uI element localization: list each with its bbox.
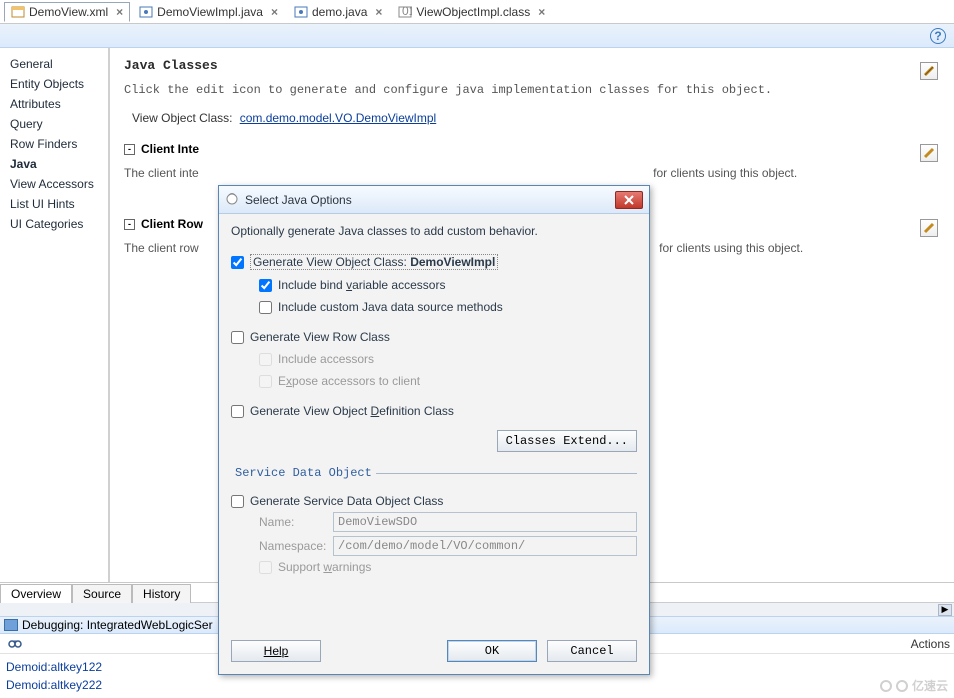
- view-object-class-link[interactable]: com.demo.model.VO.DemoViewImpl: [240, 111, 437, 125]
- dialog-title: Select Java Options: [245, 193, 352, 207]
- help-button[interactable]: Help: [231, 640, 321, 662]
- dialog-title-bar[interactable]: Select Java Options: [219, 186, 649, 214]
- tab-demoviewimpl-java[interactable]: DemoViewImpl.java ×: [132, 2, 285, 22]
- debug-icon: [4, 619, 18, 631]
- dialog-icon: [225, 191, 239, 208]
- sidebar-item-general[interactable]: General: [0, 54, 108, 74]
- generate-sdo-class-row: Generate Service Data Object Class: [231, 494, 637, 508]
- java-file-icon: [294, 5, 308, 19]
- include-bind-variable-label: Include bind variable accessors: [278, 278, 445, 292]
- cancel-button[interactable]: Cancel: [547, 640, 637, 662]
- include-accessors-checkbox: [259, 353, 272, 366]
- generate-view-object-class-label: Generate View Object Class: DemoViewImpl: [250, 254, 498, 270]
- sdo-legend: Service Data Object: [231, 466, 376, 480]
- include-bind-variable-row: Include bind variable accessors: [231, 278, 637, 292]
- side-nav: General Entity Objects Attributes Query …: [0, 48, 110, 582]
- sidebar-item-ui-categories[interactable]: UI Categories: [0, 214, 108, 234]
- sdo-namespace-field: [333, 536, 637, 556]
- collapse-toggle[interactable]: -: [124, 219, 135, 230]
- generate-view-object-class-checkbox[interactable]: [231, 256, 244, 269]
- expose-accessors-label: Expose accessors to client: [278, 374, 420, 388]
- subtab-history[interactable]: History: [132, 584, 191, 603]
- support-warnings-row: Support warnings: [231, 560, 637, 574]
- tab-label: demo.java: [312, 5, 367, 19]
- page-description: Click the edit icon to generate and conf…: [124, 83, 938, 97]
- generate-view-row-class-checkbox[interactable]: [231, 331, 244, 344]
- include-bind-variable-checkbox[interactable]: [259, 279, 272, 292]
- close-icon[interactable]: ×: [534, 5, 545, 19]
- sidebar-item-list-ui-hints[interactable]: List UI Hints: [0, 194, 108, 214]
- sidebar-item-row-finders[interactable]: Row Finders: [0, 134, 108, 154]
- sidebar-item-entity-objects[interactable]: Entity Objects: [0, 74, 108, 94]
- help-icon[interactable]: ?: [930, 28, 946, 44]
- expose-accessors-checkbox: [259, 375, 272, 388]
- editor-toolbar-strip: ?: [0, 24, 954, 48]
- view-object-class-row: View Object Class: com.demo.model.VO.Dem…: [124, 111, 938, 126]
- dialog-footer: Help OK Cancel: [219, 632, 649, 674]
- include-accessors-label: Include accessors: [278, 352, 374, 366]
- find-icon[interactable]: [6, 636, 24, 652]
- view-object-class-label: View Object Class:: [132, 111, 232, 125]
- sidebar-item-java[interactable]: Java: [0, 154, 108, 174]
- java-file-icon: [139, 5, 153, 19]
- collapse-toggle[interactable]: -: [124, 144, 135, 155]
- section-title-client-row: Client Row: [141, 217, 203, 231]
- generate-view-object-class-row: Generate View Object Class: DemoViewImpl: [231, 254, 637, 270]
- subtab-overview[interactable]: Overview: [0, 584, 72, 603]
- sidebar-item-query[interactable]: Query: [0, 114, 108, 134]
- sidebar-item-view-accessors[interactable]: View Accessors: [0, 174, 108, 194]
- class-file-icon: 01: [398, 5, 412, 19]
- log-line: Demoid:altkey222: [6, 676, 948, 694]
- dialog-close-button[interactable]: [615, 191, 643, 209]
- svg-text:01: 01: [402, 5, 412, 18]
- section-title-client-interface: Client Inte: [141, 142, 199, 156]
- page-title: Java Classes: [124, 58, 218, 73]
- sdo-name-row: Name:: [259, 512, 637, 532]
- edit-java-classes-button[interactable]: [920, 62, 938, 80]
- sdo-name-label: Name:: [259, 515, 325, 529]
- close-icon[interactable]: ×: [267, 5, 278, 19]
- close-icon[interactable]: ×: [371, 5, 382, 19]
- tab-demo-java[interactable]: demo.java ×: [287, 2, 389, 22]
- xml-file-icon: [11, 5, 25, 19]
- sidebar-item-attributes[interactable]: Attributes: [0, 94, 108, 114]
- sdo-namespace-row: Namespace:: [259, 536, 637, 556]
- actions-label[interactable]: Actions: [911, 637, 954, 651]
- tab-label: DemoViewImpl.java: [157, 5, 263, 19]
- select-java-options-dialog: Select Java Options Optionally generate …: [218, 185, 650, 675]
- debug-label: Debugging: IntegratedWebLogicSer: [22, 618, 213, 632]
- edit-client-row-button[interactable]: [920, 219, 938, 237]
- editor-tabs: DemoView.xml × DemoViewImpl.java × demo.…: [0, 0, 954, 24]
- generate-sdo-class-checkbox[interactable]: [231, 495, 244, 508]
- generate-definition-class-row: Generate View Object Definition Class: [231, 404, 637, 418]
- support-warnings-checkbox: [259, 561, 272, 574]
- ok-button[interactable]: OK: [447, 640, 537, 662]
- scroll-right-icon[interactable]: ▶: [938, 604, 952, 616]
- include-custom-java-checkbox[interactable]: [259, 301, 272, 314]
- tab-label: DemoView.xml: [29, 5, 108, 19]
- generate-definition-class-checkbox[interactable]: [231, 405, 244, 418]
- tab-viewobjectimpl-class[interactable]: 01 ViewObjectImpl.class ×: [391, 2, 552, 22]
- dialog-intro-text: Optionally generate Java classes to add …: [231, 224, 637, 238]
- tab-label: ViewObjectImpl.class: [416, 5, 530, 19]
- generate-sdo-class-label: Generate Service Data Object Class: [250, 494, 443, 508]
- generate-view-row-class-label: Generate View Row Class: [250, 330, 390, 344]
- generate-view-row-class-row: Generate View Row Class: [231, 330, 637, 344]
- service-data-object-group: Service Data Object Generate Service Dat…: [231, 466, 637, 578]
- tab-demoview-xml[interactable]: DemoView.xml ×: [4, 2, 130, 22]
- expose-accessors-row: Expose accessors to client: [231, 374, 637, 388]
- edit-client-interface-button[interactable]: [920, 144, 938, 162]
- generate-definition-class-label: Generate View Object Definition Class: [250, 404, 454, 418]
- sdo-name-field: [333, 512, 637, 532]
- close-icon[interactable]: ×: [112, 5, 123, 19]
- section-desc: The client inte for clients using this o…: [124, 166, 938, 181]
- include-accessors-row: Include accessors: [231, 352, 637, 366]
- dialog-body: Optionally generate Java classes to add …: [219, 214, 649, 632]
- include-custom-java-row: Include custom Java data source methods: [231, 300, 637, 314]
- support-warnings-label: Support warnings: [278, 560, 371, 574]
- sdo-namespace-label: Namespace:: [259, 539, 325, 553]
- classes-extend-button[interactable]: Classes Extend...: [497, 430, 637, 452]
- subtab-source[interactable]: Source: [72, 584, 132, 603]
- include-custom-java-label: Include custom Java data source methods: [278, 300, 503, 314]
